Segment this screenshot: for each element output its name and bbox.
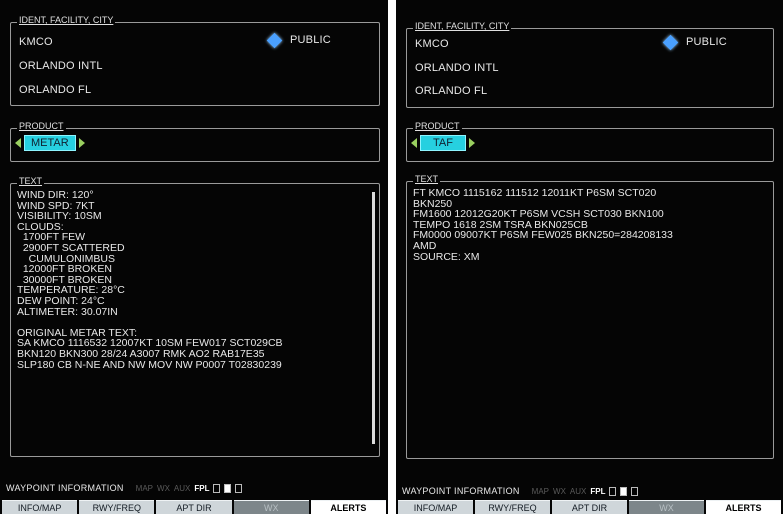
left-display: IDENT, FACILITY, CITY KMCO PUBLIC ORLAND… [0,0,388,514]
arrow-right-icon [78,138,85,148]
ident-id[interactable]: KMCO [415,38,449,50]
public-indicator: PUBLIC [266,32,331,48]
text-line: AMD [413,239,437,252]
page-map: MAP [135,483,154,493]
arrow-left-icon [411,138,417,148]
text-line: SOURCE: XM [413,250,480,263]
product-group: PRODUCT TAF [406,121,774,162]
page-group-indicator: MAP WX AUX FPL [531,486,639,496]
text-group: TEXT WIND DIR: 120° WIND SPD: 7KT VISIBI… [10,176,380,457]
scrollbar[interactable] [372,192,375,444]
softkey-bar: INFO/MAP RWY/FREQ APT DIR WX ALERTS [0,500,388,514]
softkey-apt-dir[interactable]: APT DIR [552,500,627,514]
status-bar: WAYPOINT INFORMATION MAP WX AUX FPL [396,483,783,499]
ident-legend: IDENT, FACILITY, CITY [413,21,512,31]
right-display: IDENT, FACILITY, CITY KMCO PUBLIC ORLAND… [396,0,783,514]
page-square-icon [631,486,639,496]
product-value[interactable]: METAR [24,135,76,151]
text-line: FM0000 09007KT P6SM FEW025 BKN250=284208… [413,229,673,242]
text-line: ALTIMETER: 30.07IN [17,305,118,318]
text-line: 2900FT SCATTERED [17,241,125,254]
weather-text-body: FT KMCO 1115162 111512 12011KT P6SM SCT0… [413,188,759,452]
text-legend: TEXT [413,174,441,184]
city-name: ORLANDO FL [19,84,92,96]
text-line: FT KMCO 1115162 111512 12011KT P6SM SCT0… [413,188,657,199]
product-selector[interactable]: METAR [15,135,85,151]
text-line: DEW POINT: 24°C [17,294,105,307]
page-square-active-icon [224,483,232,493]
page-aux: AUX [569,486,587,496]
product-group: PRODUCT METAR [10,121,380,162]
text-group: TEXT FT KMCO 1115162 111512 12011KT P6SM… [406,174,774,459]
product-value[interactable]: TAF [420,135,466,151]
page-square-icon [235,483,243,493]
softkey-info-map[interactable]: INFO/MAP [2,500,78,514]
softkey-alerts[interactable]: ALERTS [310,500,387,514]
text-legend: TEXT [17,176,45,186]
facility-name: ORLANDO INTL [19,60,103,72]
diamond-icon [662,34,679,50]
page-fpl: FPL [590,486,606,496]
text-line: WIND DIR: 120° [17,190,94,201]
weather-text-body: WIND DIR: 120° WIND SPD: 7KT VISIBILITY:… [17,190,365,450]
softkey-wx[interactable]: WX [233,500,309,514]
page-square-active-icon [620,486,628,496]
page-square-icon [609,486,617,496]
softkey-bar: INFO/MAP RWY/FREQ APT DIR WX ALERTS [396,500,783,514]
public-label: PUBLIC [686,36,727,48]
public-label: PUBLIC [290,34,331,46]
page-map: MAP [531,486,550,496]
softkey-apt-dir[interactable]: APT DIR [156,500,232,514]
text-line: SLP180 CB N-NE AND NW MOV NW P0007 T0283… [17,358,282,371]
arrow-right-icon [468,138,475,148]
softkey-rwy-freq[interactable]: RWY/FREQ [475,500,550,514]
page-title: WAYPOINT INFORMATION [6,483,124,493]
product-legend: PRODUCT [17,121,66,131]
diamond-icon [266,32,283,48]
ident-id[interactable]: KMCO [19,36,53,48]
text-line: BKN120 BKN300 28/24 A3007 RMK AO2 RAB17E… [17,347,265,360]
city-name: ORLANDO FL [415,85,488,97]
product-legend: PRODUCT [413,121,462,131]
softkey-wx[interactable]: WX [629,500,704,514]
ident-group: IDENT, FACILITY, CITY KMCO PUBLIC ORLAND… [10,15,380,106]
softkey-info-map[interactable]: INFO/MAP [398,500,473,514]
page-fpl: FPL [194,483,210,493]
page-group-indicator: MAP WX AUX FPL [135,483,243,493]
page-aux: AUX [173,483,191,493]
page-square-icon [213,483,221,493]
public-indicator: PUBLIC [662,34,727,50]
facility-name: ORLANDO INTL [415,62,499,74]
ident-legend: IDENT, FACILITY, CITY [17,15,116,25]
softkey-rwy-freq[interactable]: RWY/FREQ [79,500,155,514]
arrow-left-icon [15,138,21,148]
text-line: VISIBILITY: 10SM [17,210,102,223]
page-wx: WX [553,486,566,496]
product-selector[interactable]: TAF [411,135,475,151]
softkey-alerts[interactable]: ALERTS [706,500,781,514]
page-title: WAYPOINT INFORMATION [402,486,520,496]
page-wx: WX [157,483,170,493]
status-bar: WAYPOINT INFORMATION MAP WX AUX FPL [0,480,388,496]
ident-group: IDENT, FACILITY, CITY KMCO PUBLIC ORLAND… [406,21,774,108]
